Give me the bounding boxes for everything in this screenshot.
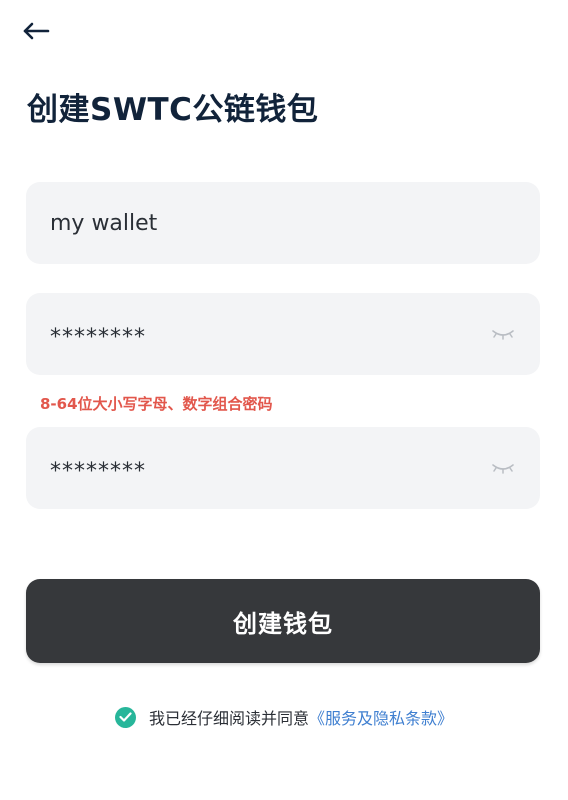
- back-arrow-icon: [22, 22, 50, 44]
- agreement-row: 我已经仔细阅读并同意 《服务及隐私条款》: [0, 705, 568, 729]
- confirm-password-input[interactable]: ********: [50, 453, 490, 484]
- agreement-text: 我已经仔细阅读并同意: [148, 709, 309, 728]
- eye-closed-icon[interactable]: [490, 458, 516, 478]
- back-button[interactable]: [22, 18, 54, 48]
- password-input[interactable]: ********: [50, 319, 490, 350]
- page-title: 创建SWTC公链钱包: [27, 92, 319, 128]
- eye-closed-icon[interactable]: [490, 324, 516, 344]
- password-field[interactable]: ********: [26, 293, 540, 375]
- confirm-password-field[interactable]: ********: [26, 427, 540, 509]
- create-wallet-button[interactable]: 创建钱包: [26, 579, 540, 663]
- terms-link[interactable]: 《服务及隐私条款》: [309, 705, 453, 729]
- wallet-name-field[interactable]: [26, 182, 540, 264]
- wallet-name-input[interactable]: [50, 182, 516, 264]
- check-circle-icon[interactable]: [114, 706, 136, 728]
- password-hint: 8-64位大小写字母、数字组合密码: [40, 395, 273, 413]
